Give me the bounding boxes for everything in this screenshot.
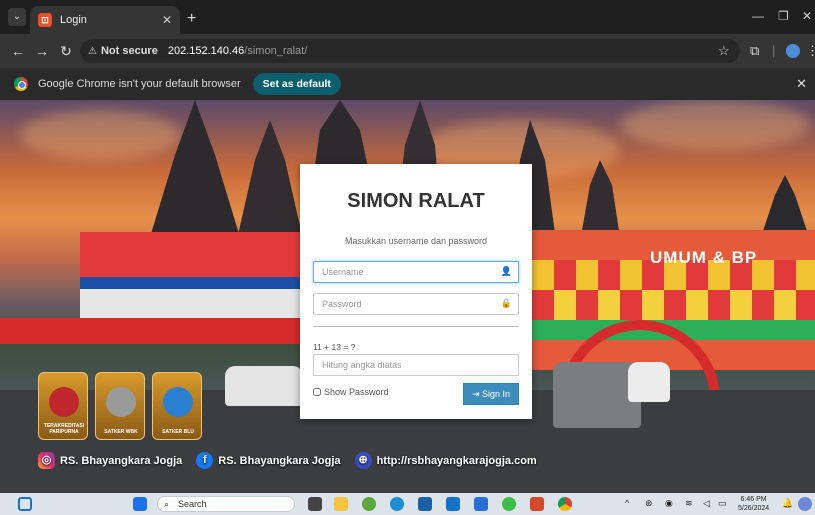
facebook-icon: f [196, 452, 214, 469]
wbk-shield-icon [106, 387, 136, 417]
social-links: ◎ RS. Bhayangkara Jogja f RS. Bhayangkar… [38, 452, 551, 469]
menu-icon[interactable]: ⋮ [806, 43, 815, 59]
paripurna-emblem-icon [49, 387, 79, 417]
tab-login[interactable]: ⊡ Login ✕ [30, 6, 180, 34]
widgets-icon[interactable] [18, 497, 32, 511]
clock-date: 5/26/2024 [738, 505, 770, 512]
chrome-logo-icon [14, 77, 28, 91]
store-icon[interactable] [418, 497, 432, 511]
restore-icon[interactable]: ❐ [778, 9, 789, 23]
wifi-icon[interactable]: ≋ [685, 498, 693, 509]
battery-icon[interactable]: ▭ [718, 498, 727, 509]
user-icon: 👤 [500, 266, 512, 276]
file-explorer-icon[interactable] [334, 497, 348, 511]
login-subtitle: Masukkan username dan password [344, 236, 488, 246]
app-icon[interactable] [446, 497, 460, 511]
blu-emblem-icon [163, 387, 193, 417]
website-link: ⊕ http://rsbhayangkarajogja.com [354, 452, 537, 469]
default-browser-infobar: Google Chrome isn't your default browser… [0, 68, 815, 100]
building-red-band [0, 318, 300, 344]
instagram-icon: ◎ [38, 452, 55, 469]
url-host: 202.152.140.46 [167, 45, 245, 57]
lock-icon: 🔒 [500, 298, 512, 308]
tray-app-icon[interactable]: ⊛ [645, 498, 653, 509]
login-card: SIMON RALAT Masukkan username dan passwo… [300, 164, 532, 419]
app-icon[interactable] [530, 497, 544, 511]
reload-icon[interactable]: ↻ [54, 43, 78, 60]
taskbar-clock[interactable]: 6:46 PM 5/26/2024 [738, 495, 769, 513]
app-icon[interactable] [502, 497, 516, 511]
app-icon[interactable] [362, 497, 376, 511]
set-default-button[interactable]: Set as default [252, 73, 341, 95]
sign-in-button[interactable]: ⇥ Sign In [463, 383, 519, 405]
url-path: /simon_ralat/ [244, 45, 308, 57]
username-input[interactable] [314, 262, 518, 282]
tab-close-icon[interactable]: ✕ [162, 13, 172, 27]
site-favicon-icon: ⊡ [38, 13, 52, 27]
login-title: SIMON RALAT [347, 190, 485, 212]
notification-bell-icon[interactable]: 🔔 [782, 498, 793, 509]
not-secure-label[interactable]: Not secure [101, 45, 158, 57]
new-tab-button[interactable]: + [187, 10, 196, 28]
extensions-icon[interactable]: ⧉ [750, 43, 759, 59]
toolbar-separator: | [772, 43, 776, 58]
car-white [225, 366, 303, 406]
tray-chevron-icon[interactable]: ^ [625, 498, 629, 508]
windows-taskbar: ⌕ Search ^ ⊛ ◉ ≋ ◁ ▭ 6:46 PM 5/26/2024 🔔 [0, 493, 815, 515]
search-icon: ⌕ [164, 499, 170, 509]
mail-icon[interactable] [474, 497, 488, 511]
car-white-small [628, 362, 670, 402]
tab-title: Login [60, 14, 87, 26]
chrome-taskbar-icon[interactable] [558, 497, 572, 511]
warning-icon: ⚠ [88, 45, 97, 57]
clock-time: 6:46 PM [740, 496, 767, 503]
taskbar-search[interactable]: ⌕ Search [157, 496, 295, 512]
globe-icon: ⊕ [354, 452, 372, 469]
captcha-input[interactable] [314, 355, 518, 375]
tray-chrome-icon[interactable]: ◉ [665, 498, 673, 509]
sign-in-icon: ⇥ [471, 389, 480, 399]
facebook-link: f RS. Bhayangkara Jogja [196, 452, 341, 469]
volume-icon[interactable]: ◁ [703, 498, 710, 509]
task-view-icon[interactable] [308, 497, 322, 511]
instagram-link: ◎ RS. Bhayangkara Jogja [38, 452, 182, 469]
form-divider [313, 326, 519, 327]
badge-blu: SATKER BLU [152, 372, 202, 440]
show-password-label: Show Password [324, 387, 389, 397]
edge-icon[interactable] [390, 497, 404, 511]
badge-paripurna: TERAKREDITASI PARIPURNA [38, 372, 88, 440]
captcha-question: 11 + 13 = ? [313, 342, 356, 352]
page-background: UMUM & BP TERAKREDITASI PARIPURNA SATKER… [0, 100, 815, 493]
infobar-message: Google Chrome isn't your default browser [38, 78, 241, 90]
badge-wbk: SATKER WBK [95, 372, 145, 440]
infobar-close-icon[interactable]: ✕ [796, 76, 807, 92]
window-close-icon[interactable]: ✕ [802, 9, 812, 23]
windows-start-icon[interactable] [133, 497, 147, 511]
captcha-field[interactable] [313, 354, 519, 376]
bookmark-star-icon[interactable]: ☆ [718, 43, 730, 59]
password-input[interactable] [314, 294, 518, 314]
back-icon[interactable]: ← [6, 43, 30, 59]
show-password-toggle[interactable]: Show Password [313, 387, 389, 397]
sign-in-label: Sign In [482, 389, 511, 399]
forward-icon[interactable]: → [30, 43, 54, 59]
building-sign: UMUM & BP [650, 248, 758, 267]
browser-toolbar: ← → ↻ ⚠ Not secure 202.152.140.46 /simon… [0, 34, 815, 68]
tab-search-button[interactable]: ⌄ [8, 8, 26, 26]
password-field[interactable]: 🔒 [313, 293, 519, 315]
address-bar[interactable]: ⚠ Not secure 202.152.140.46 /simon_ralat… [80, 39, 740, 63]
profile-avatar[interactable] [786, 44, 800, 58]
minimize-icon[interactable]: — [752, 9, 764, 23]
tab-strip: ⌄ ⊡ Login ✕ + — ❐ ✕ [0, 0, 815, 34]
copilot-icon[interactable] [798, 497, 812, 511]
screen: ⌄ ⊡ Login ✕ + — ❐ ✕ ← → ↻ ⚠ Not secure 2… [0, 0, 815, 515]
show-password-checkbox[interactable] [313, 388, 321, 396]
username-field[interactable]: 👤 [313, 261, 519, 283]
